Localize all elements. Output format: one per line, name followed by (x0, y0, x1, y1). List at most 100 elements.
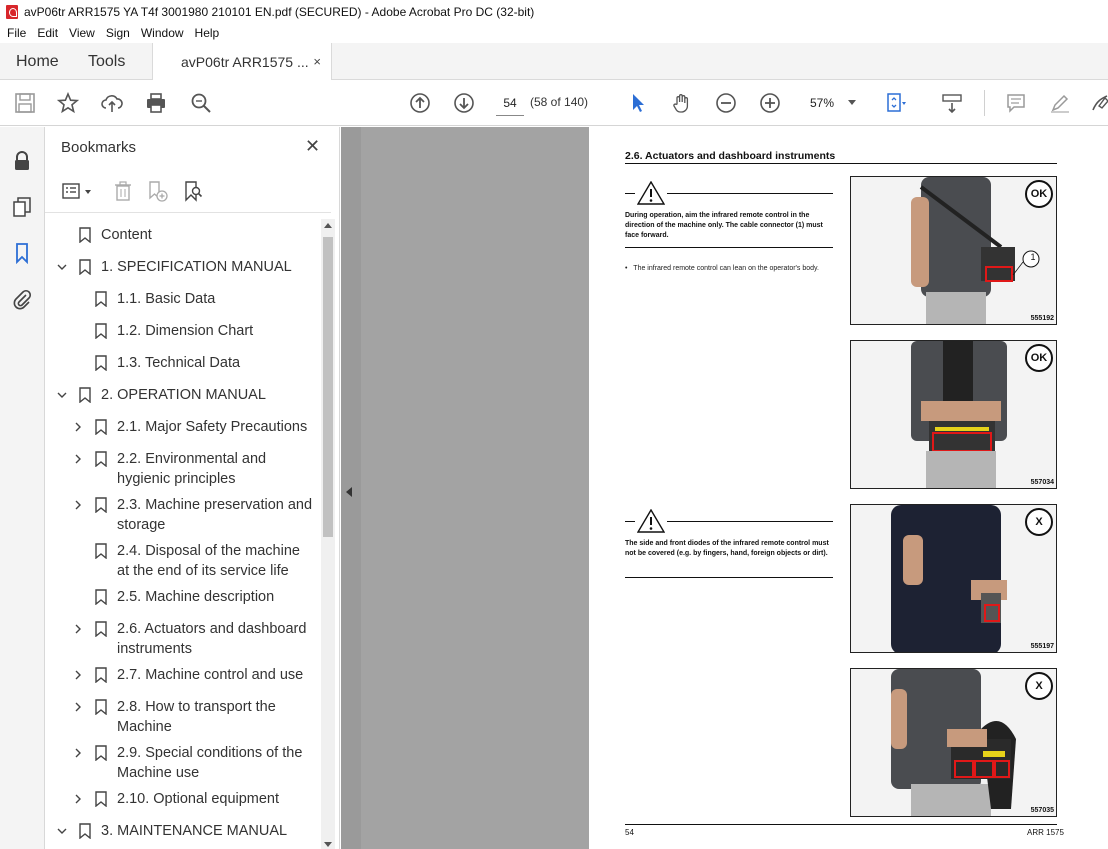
bookmark-label: 2.3. Machine preservation and (117, 497, 313, 513)
window-title: avP06tr ARR1575 YA T4f 3001980 210101 EN… (24, 4, 535, 19)
bookmark-label: 2.10. Optional equipment (117, 791, 280, 807)
bookmark-flag-icon (95, 451, 107, 467)
tab-tools[interactable]: Tools (88, 43, 125, 80)
ok-badge: OK (1025, 344, 1053, 372)
close-panel-icon[interactable]: ✕ (305, 136, 320, 157)
bookmark-flag-icon (79, 259, 91, 275)
bookmark-flag-icon (95, 621, 107, 637)
tab-home[interactable]: Home (16, 43, 59, 80)
zoom-in-icon[interactable] (758, 91, 782, 115)
bookmark-label-line2: storage (117, 517, 166, 533)
scrollbar-thumb[interactable] (323, 237, 333, 537)
photo-code: 557035 (1030, 807, 1054, 814)
menu-help[interactable]: Help (195, 26, 220, 40)
warning-text: During operation, aim the infrared remot… (625, 212, 823, 239)
highlight-pen-icon[interactable] (1048, 91, 1072, 115)
next-page-icon[interactable] (452, 91, 476, 115)
bookmark-label: 1. SPECIFICATION MANUAL (101, 259, 292, 275)
document-viewport[interactable]: 2.6. Actuators and dashboard instruments… (341, 127, 1108, 849)
menu-sign[interactable]: Sign (106, 26, 130, 40)
scroll-down-arrow-icon[interactable] (324, 842, 332, 847)
comment-icon[interactable] (1004, 91, 1028, 115)
not-ok-badge: X (1025, 672, 1053, 700)
section-rule (625, 163, 1057, 164)
select-cursor-icon[interactable] (626, 91, 650, 115)
section-title: 2.6. Actuators and dashboard instruments (625, 150, 836, 162)
bookmark-flag-icon (95, 589, 107, 605)
page-number-input[interactable]: 54 (496, 90, 524, 116)
footer-page-number: 54 (625, 828, 634, 837)
bookmark-label: 2.4. Disposal of the machine (117, 543, 300, 559)
bookmarks-toolbar (45, 171, 331, 213)
tab-close-icon[interactable]: × (313, 54, 321, 69)
chevron-down-icon[interactable] (57, 390, 67, 400)
print-icon[interactable] (144, 91, 168, 115)
collapse-panel-arrow-icon[interactable] (346, 487, 352, 497)
find-bookmark-icon[interactable] (181, 179, 205, 203)
chevron-right-icon[interactable] (73, 794, 83, 804)
photo-figure: OK 1 555192 (850, 176, 1057, 325)
chevron-right-icon[interactable] (73, 454, 83, 464)
search-zoom-icon[interactable] (189, 91, 213, 115)
menu-edit[interactable]: Edit (37, 26, 58, 40)
warning-block: The side and front diodes of the infrare… (625, 509, 833, 581)
attachment-paperclip-icon[interactable] (10, 287, 34, 311)
bookmark-flag-icon (95, 791, 107, 807)
page-thumbnails-icon[interactable] (10, 195, 34, 219)
tab-document[interactable]: avP06tr ARR1575 ... × (152, 43, 332, 81)
chevron-right-icon[interactable] (73, 670, 83, 680)
bookmark-icon[interactable] (10, 241, 34, 265)
chevron-right-icon[interactable] (73, 748, 83, 758)
bookmark-label: 2.5. Machine description (117, 589, 275, 605)
tab-document-label: avP06tr ARR1575 ... (181, 54, 309, 70)
scroll-mode-icon[interactable] (940, 91, 964, 115)
ok-badge: OK (1025, 180, 1053, 208)
divider (625, 577, 833, 578)
acrobat-pdf-icon (6, 4, 18, 19)
chevron-down-icon[interactable] (57, 826, 67, 836)
chevron-right-icon[interactable] (73, 500, 83, 510)
bookmark-label: Content (101, 227, 152, 243)
draw-icon[interactable] (1088, 91, 1108, 115)
bookmark-options-icon[interactable] (61, 179, 97, 203)
new-bookmark-icon[interactable] (145, 179, 169, 203)
bookmark-label: 2.8. How to transport the (117, 699, 276, 715)
zoom-out-icon[interactable] (714, 91, 738, 115)
menu-window[interactable]: Window (141, 26, 184, 40)
menu-view[interactable]: View (69, 26, 95, 40)
scroll-up-arrow-icon[interactable] (324, 223, 332, 228)
bookmark-flag-icon (79, 387, 91, 403)
zoom-level-dropdown[interactable]: 57% (796, 90, 862, 116)
bookmark-flag-icon (79, 227, 91, 243)
menu-bar: File Edit View Sign Window Help (0, 23, 1108, 43)
bookmark-label-line2: Machine use (117, 765, 200, 781)
bookmarks-scrollbar[interactable] (321, 219, 335, 849)
hand-tool-icon[interactable] (670, 91, 694, 115)
delete-bookmark-icon[interactable] (111, 179, 135, 203)
photo-code: 555192 (1030, 315, 1054, 322)
bookmark-label-line2: Machine (117, 719, 172, 735)
menu-file[interactable]: File (7, 26, 26, 40)
photo-code: 557034 (1030, 479, 1054, 486)
fit-page-icon[interactable] (884, 91, 908, 115)
upload-cloud-icon[interactable] (100, 91, 124, 115)
chevron-right-icon[interactable] (73, 702, 83, 712)
bookmark-label-line2: at the end of its service life (117, 563, 289, 579)
bookmark-label: 2.7. Machine control and use (117, 667, 304, 683)
star-icon[interactable] (56, 91, 80, 115)
warning-text: The side and front diodes of the infrare… (625, 540, 829, 557)
divider (625, 247, 833, 248)
previous-page-icon[interactable] (408, 91, 432, 115)
document-background (361, 127, 589, 849)
lock-icon[interactable] (10, 149, 34, 173)
bookmark-label: 2.2. Environmental and (117, 451, 267, 467)
photo-code: 555197 (1030, 643, 1054, 650)
chevron-down-icon[interactable] (57, 262, 67, 272)
chevron-down-icon (848, 100, 856, 105)
chevron-right-icon[interactable] (73, 422, 83, 432)
save-icon[interactable] (13, 91, 37, 115)
callout-number: 1 (1030, 252, 1036, 262)
photo-figure: X 555197 (850, 504, 1057, 653)
chevron-right-icon[interactable] (73, 624, 83, 634)
bookmarks-header: Bookmarks (61, 139, 137, 156)
